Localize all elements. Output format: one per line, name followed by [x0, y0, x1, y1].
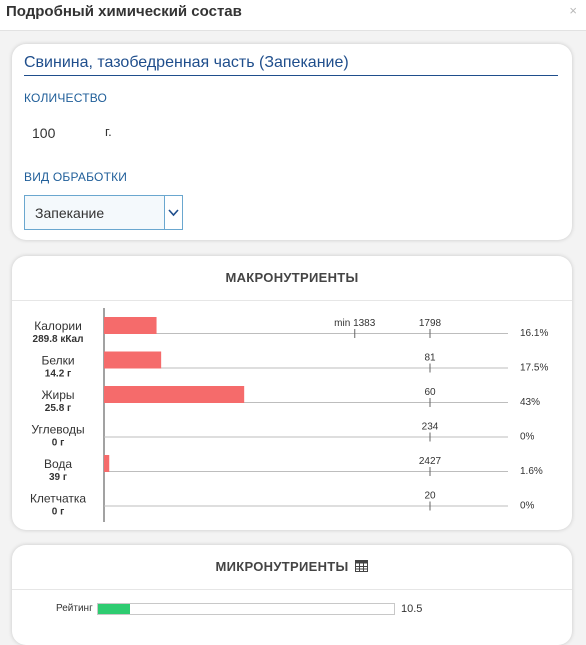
rating-value: 10.5 — [401, 603, 423, 615]
macro-bar — [104, 351, 162, 369]
row-amount-label: 39 г — [49, 472, 67, 483]
table-icon[interactable] — [355, 559, 368, 572]
micronutrients-card: МИКРОНУТРИЕНТЫ Рейтинг 10.5 — [12, 545, 572, 645]
row-amount-label: 289.8 кКал — [33, 334, 84, 345]
row-name-label: Углеводы — [31, 423, 84, 437]
processing-label: ВИД ОБРАБОТКИ — [24, 170, 128, 184]
processing-selected-value: Запекание — [35, 205, 105, 221]
norm-label: 2427 — [419, 456, 442, 467]
macro-bar — [104, 317, 157, 334]
row-amount-label: 0 г — [52, 507, 65, 518]
norm-label: 234 — [422, 422, 439, 433]
row-name-label: Клетчатка — [30, 492, 86, 506]
quantity-unit: г. — [105, 124, 112, 139]
norm-label: 60 — [424, 387, 436, 398]
row-name-label: Жиры — [41, 388, 74, 402]
row-name-label: Калории — [34, 319, 82, 333]
row-name-label: Белки — [41, 354, 74, 368]
percent-label: 17.5% — [520, 363, 548, 374]
macro-bar — [104, 455, 110, 472]
divider — [12, 589, 572, 590]
rating-bar-fill — [98, 604, 130, 614]
dialog-title: Подробный химический состав — [6, 3, 242, 20]
norm-label: 1798 — [419, 318, 442, 329]
quantity-input[interactable] — [24, 119, 88, 147]
quantity-label: КОЛИЧЕСТВО — [24, 91, 108, 105]
dialog-header: Подробный химический состав × — [0, 0, 586, 31]
percent-label: 43% — [520, 397, 540, 408]
chevron-down-icon[interactable] — [164, 196, 182, 229]
micronutrients-title: МИКРОНУТРИЕНТЫ — [215, 559, 349, 574]
row-amount-label: 14.2 г — [45, 369, 71, 380]
product-settings-card: Свинина, тазобедренная часть (Запекание)… — [12, 44, 572, 240]
product-name: Свинина, тазобедренная часть (Запекание) — [24, 53, 558, 76]
close-icon[interactable]: × — [569, 3, 577, 18]
rating-bar — [97, 603, 395, 615]
percent-label: 0% — [520, 501, 535, 512]
macronutrients-card: МАКРОНУТРИЕНТЫ Калории 289.8 кКал 1798 16.1… — [12, 256, 572, 530]
percent-label: 0% — [520, 432, 535, 443]
norm-label: 20 — [424, 491, 436, 502]
macro-bar — [104, 386, 245, 403]
row-amount-label: 25.8 г — [45, 403, 71, 414]
percent-label: 16.1% — [520, 328, 548, 339]
row-amount-label: 0 г — [52, 438, 65, 449]
macronutrients-chart: Калории289.8 кКал179816.1%min 1383Белки1… — [30, 308, 548, 522]
processing-select[interactable]: Запекание — [24, 195, 183, 230]
row-name-label: Вода — [44, 457, 72, 471]
percent-label: 1.6% — [520, 466, 543, 477]
min-label: min 1383 — [334, 318, 376, 329]
norm-label: 81 — [424, 353, 436, 364]
rating-label: Рейтинг — [56, 603, 93, 614]
